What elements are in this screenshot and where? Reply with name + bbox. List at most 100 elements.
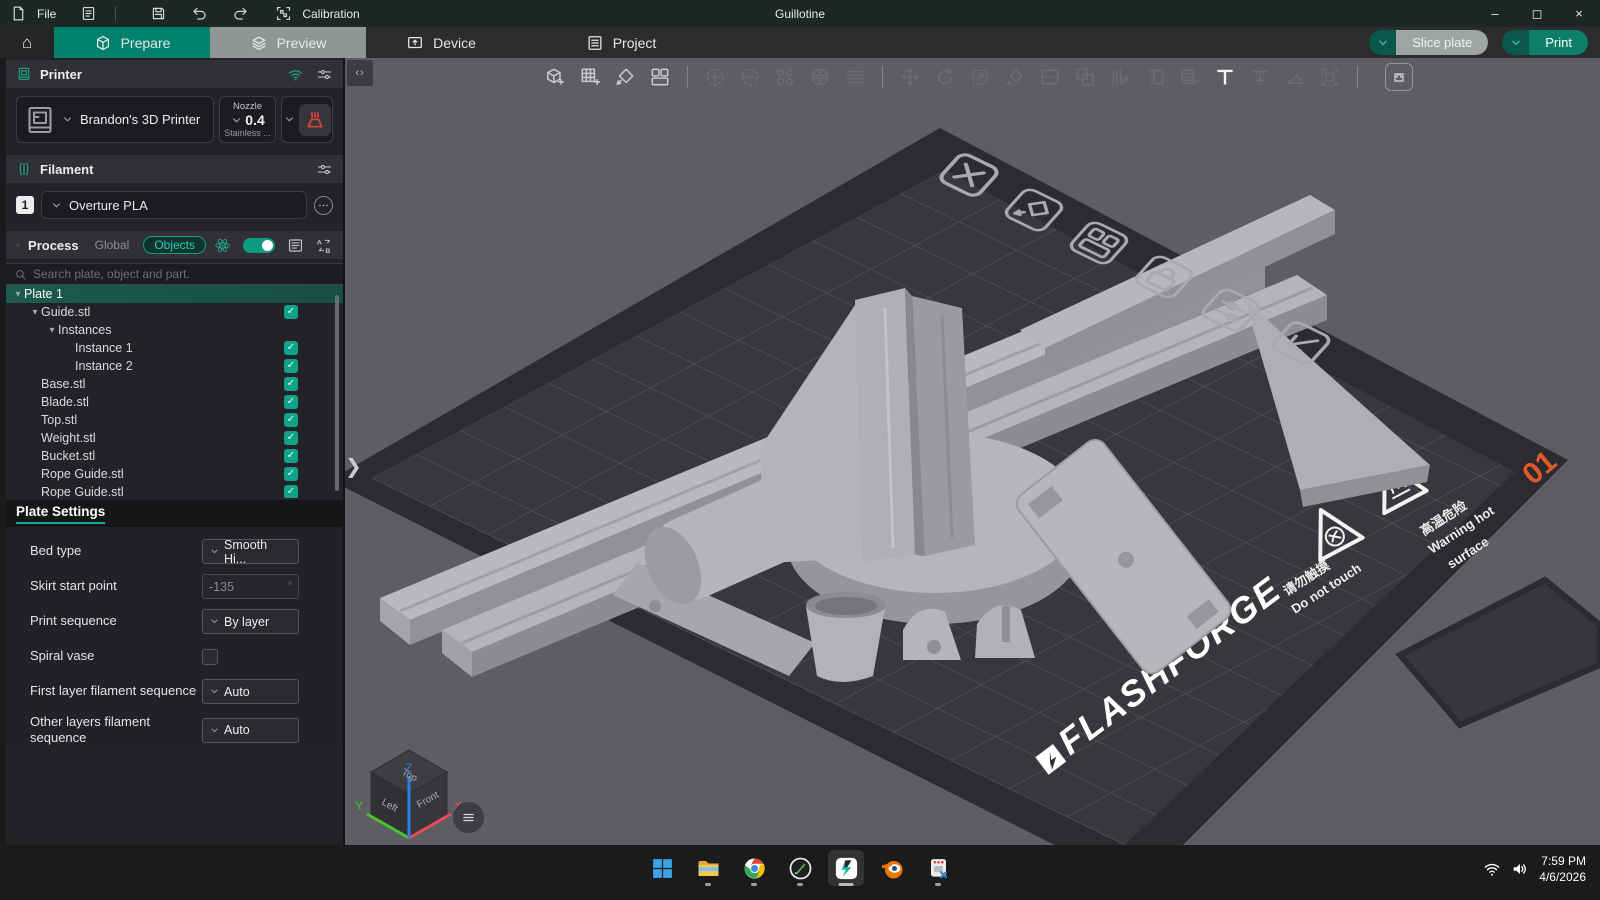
tree-row-instance-2[interactable]: Instance 2 ✓ bbox=[6, 357, 343, 375]
visibility-checkbox[interactable]: ✓ bbox=[284, 359, 298, 373]
home-button[interactable]: ⌂ bbox=[0, 27, 54, 58]
calibration-icon[interactable] bbox=[275, 5, 292, 22]
taskbar-snipping-tool[interactable] bbox=[920, 850, 956, 886]
tree-row-plate-1[interactable]: ▾ Plate 1 bbox=[6, 285, 343, 303]
tree-row-blade-stl[interactable]: Blade.stl ✓ bbox=[6, 393, 343, 411]
tab-device[interactable]: Device bbox=[366, 27, 516, 58]
print-options-chevron[interactable] bbox=[1502, 30, 1530, 55]
slice-options-chevron[interactable] bbox=[1369, 30, 1397, 55]
assembly-icon[interactable] bbox=[1385, 63, 1413, 91]
tree-row-guide-stl[interactable]: ▾ Guide.stl ✓ bbox=[6, 303, 343, 321]
bed-type-label: Bed type bbox=[30, 543, 82, 559]
tree-caret-icon[interactable]: ▾ bbox=[12, 289, 24, 300]
bed-type-selector[interactable] bbox=[281, 96, 333, 143]
taskbar-clock[interactable]: 7:59 PM 4/6/2026 bbox=[1539, 853, 1586, 885]
visibility-checkbox[interactable]: ✓ bbox=[284, 395, 298, 409]
other-layers-seq-select[interactable]: Auto bbox=[202, 717, 299, 743]
notes-icon[interactable] bbox=[80, 5, 97, 22]
slice-plate-button[interactable]: Slice plate bbox=[1396, 30, 1489, 55]
tree-row-instance-1[interactable]: Instance 1 ✓ bbox=[6, 339, 343, 357]
filament-settings-icon[interactable] bbox=[316, 161, 333, 178]
tree-scrollbar[interactable] bbox=[335, 295, 339, 491]
close-button[interactable]: × bbox=[1558, 0, 1600, 27]
model-bucket[interactable] bbox=[806, 592, 886, 682]
navigation-cube[interactable]: Top Left Front Y X Z bbox=[353, 742, 465, 845]
filament-selector[interactable]: Overture PLA bbox=[41, 191, 307, 219]
tree-row-base-stl[interactable]: Base.stl ✓ bbox=[6, 375, 343, 393]
tree-caret-icon[interactable]: ▾ bbox=[29, 307, 41, 318]
tree-row-instances[interactable]: ▾ Instances bbox=[6, 321, 343, 339]
viewport-3d[interactable]: 请勿触摸 Do not touch 高温危险 Warning hot surfa… bbox=[345, 58, 1600, 845]
taskbar-flashforge-slicer[interactable] bbox=[828, 850, 864, 886]
visibility-checkbox[interactable]: ✓ bbox=[284, 431, 298, 445]
clock-date: 4/6/2026 bbox=[1539, 870, 1586, 885]
print-sequence-select[interactable]: By layer bbox=[202, 609, 299, 634]
viewport-menu-button[interactable] bbox=[453, 802, 484, 833]
save-icon[interactable] bbox=[150, 5, 167, 22]
printer-settings-icon[interactable] bbox=[316, 66, 333, 83]
process-mode-global[interactable]: Global bbox=[95, 238, 130, 252]
tree-row-rope-guide-stl[interactable]: Rope Guide.stl ✓ bbox=[6, 465, 343, 483]
tab-prepare[interactable]: Prepare bbox=[54, 27, 210, 58]
visibility-checkbox[interactable]: ✓ bbox=[284, 449, 298, 463]
visibility-checkbox[interactable]: ✓ bbox=[284, 467, 298, 481]
viewport-toolbar bbox=[541, 58, 1413, 96]
process-section-header: Process Global Objects AB bbox=[6, 231, 343, 259]
tree-row-weight-stl[interactable]: Weight.stl ✓ bbox=[6, 429, 343, 447]
tray-volume-icon[interactable] bbox=[1511, 860, 1529, 878]
wifi-icon[interactable] bbox=[287, 66, 304, 83]
taskbar-pen-app[interactable] bbox=[782, 850, 818, 886]
prepare-icon bbox=[94, 34, 112, 52]
tab-project[interactable]: Project bbox=[546, 27, 696, 58]
process-mode-objects[interactable]: Objects bbox=[143, 236, 206, 254]
add-plate-icon[interactable] bbox=[576, 63, 604, 91]
maximize-button[interactable]: ◻ bbox=[1516, 0, 1558, 27]
first-layer-seq-value: Auto bbox=[224, 684, 250, 699]
nozzle-selector[interactable]: Nozzle 0.4 Stainless ... bbox=[219, 96, 276, 143]
tree-row-label: Instance 1 bbox=[75, 341, 133, 355]
printer-selector[interactable]: Brandon's 3D Printer bbox=[16, 96, 214, 143]
advanced-mode-icon[interactable] bbox=[214, 237, 231, 254]
taskbar-start[interactable] bbox=[644, 850, 680, 886]
search-input[interactable] bbox=[33, 267, 335, 281]
print-button[interactable]: Print bbox=[1529, 30, 1588, 55]
svg-text:Z: Z bbox=[405, 761, 412, 775]
auto-orient-icon[interactable] bbox=[611, 63, 639, 91]
visibility-checkbox[interactable]: ✓ bbox=[284, 413, 298, 427]
taskbar-chrome[interactable] bbox=[736, 850, 772, 886]
arrange-icon[interactable] bbox=[646, 63, 674, 91]
filament-chevron-icon bbox=[50, 199, 63, 212]
visibility-checkbox[interactable]: ✓ bbox=[284, 341, 298, 355]
advanced-toggle[interactable] bbox=[243, 237, 275, 253]
visibility-checkbox[interactable]: ✓ bbox=[284, 377, 298, 391]
calibration-menu[interactable]: Calibration bbox=[302, 7, 359, 21]
split-to-parts-icon bbox=[806, 63, 834, 91]
redo-icon[interactable] bbox=[232, 5, 249, 22]
parameter-list-icon[interactable] bbox=[287, 237, 304, 254]
first-layer-seq-select[interactable]: Auto bbox=[202, 679, 299, 704]
file-menu[interactable]: File bbox=[37, 7, 56, 21]
tab-project-label: Project bbox=[612, 34, 657, 51]
text-tool-icon[interactable] bbox=[1211, 63, 1239, 91]
taskbar-file-explorer[interactable] bbox=[690, 850, 726, 886]
visibility-checkbox[interactable]: ✓ bbox=[284, 305, 298, 319]
tree-row-top-stl[interactable]: Top.stl ✓ bbox=[6, 411, 343, 429]
printer-section-header: Printer bbox=[6, 60, 343, 88]
bed-type-select[interactable]: Smooth Hi... bbox=[202, 538, 299, 566]
file-icon[interactable] bbox=[10, 5, 27, 22]
taskbar-blender[interactable] bbox=[874, 850, 910, 886]
tree-row-rope-guide-stl[interactable]: Rope Guide.stl ✓ bbox=[6, 483, 343, 498]
visibility-checkbox[interactable]: ✓ bbox=[284, 485, 298, 498]
tree-caret-icon[interactable]: ▾ bbox=[46, 325, 58, 336]
filament-more-button[interactable] bbox=[314, 195, 333, 215]
tray-wifi-icon[interactable] bbox=[1483, 860, 1501, 878]
sidebar-collapse-handle[interactable]: ‹› bbox=[347, 60, 373, 86]
tree-row-bucket-stl[interactable]: Bucket.stl ✓ bbox=[6, 447, 343, 465]
spiral-vase-checkbox[interactable] bbox=[202, 648, 218, 665]
sort-ab-icon[interactable]: AB bbox=[316, 237, 333, 253]
skirt-start-input[interactable] bbox=[209, 579, 279, 594]
minimize-button[interactable]: – bbox=[1474, 0, 1516, 27]
tab-preview[interactable]: Preview bbox=[210, 27, 366, 58]
undo-icon[interactable] bbox=[191, 5, 208, 22]
import-object-icon[interactable] bbox=[541, 63, 569, 91]
